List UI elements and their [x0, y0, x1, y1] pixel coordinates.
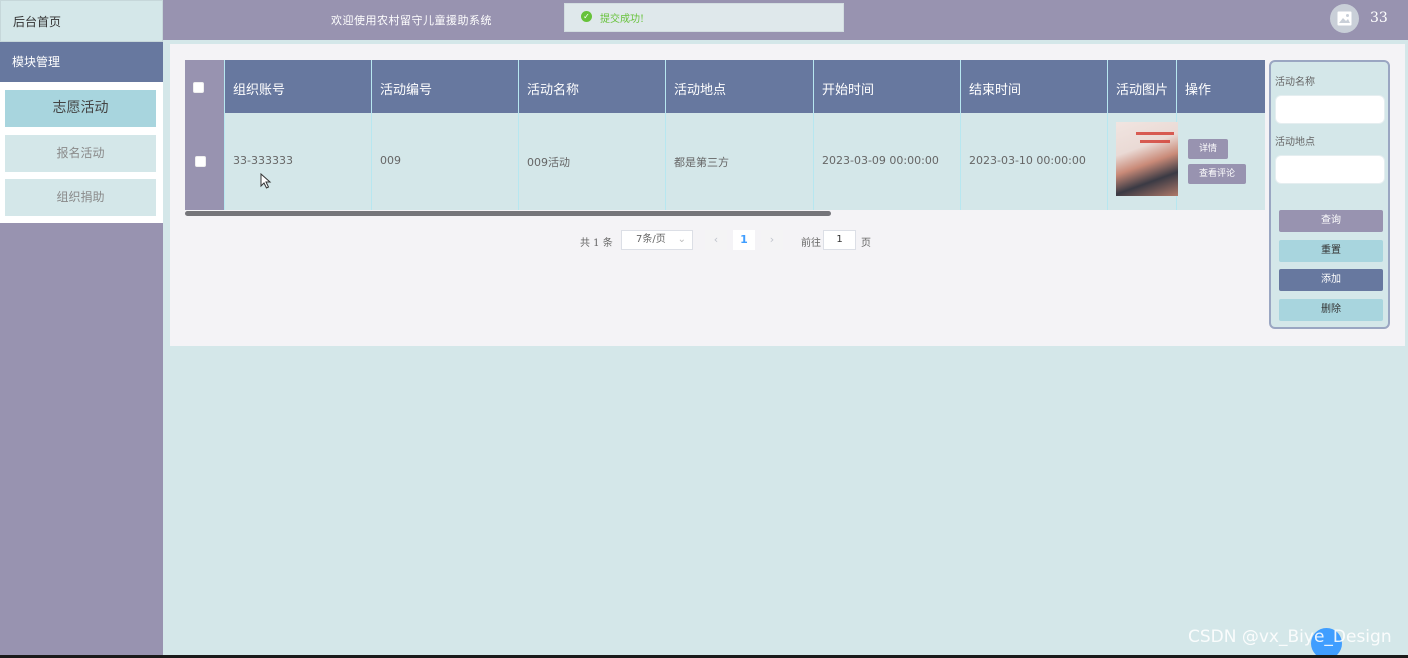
query-button[interactable]: 查询 [1279, 210, 1383, 232]
check-circle-icon: ✓ [581, 11, 592, 22]
row-select-cell [185, 113, 225, 210]
sidebar: 后台首页 模块管理 志愿活动 报名活动 组织捐助 [0, 0, 163, 655]
col-header-end[interactable]: 结束时间 [961, 60, 1108, 113]
table-row[interactable]: 33-333333 009 009活动 都是第三方 2023-03-09 00:… [185, 113, 1265, 210]
cell-image [1108, 113, 1178, 210]
sidebar-menu: 志愿活动 报名活动 组织捐助 [0, 82, 163, 223]
table-horizontal-scrollbar[interactable] [185, 211, 831, 216]
page-size-select[interactable]: 7条/页 ⌄ [621, 230, 693, 250]
cell-code: 009 [372, 113, 519, 210]
pagination-total: 共 1 条 [580, 238, 613, 249]
select-all-cell [185, 60, 225, 113]
col-header-start[interactable]: 开始时间 [814, 60, 961, 113]
page-number-current[interactable]: 1 [733, 230, 755, 250]
cell-account: 33-333333 [225, 113, 372, 210]
cell-location: 都是第三方 [666, 113, 814, 210]
sidebar-home-link[interactable]: 后台首页 [0, 0, 163, 42]
cell-end-time: 2023-03-10 00:00:00 [961, 113, 1108, 210]
row-checkbox[interactable] [195, 156, 206, 167]
app-title: 欢迎使用农村留守儿童援助系统 [331, 14, 492, 27]
activity-name-input[interactable] [1275, 95, 1385, 124]
prev-page-button[interactable]: ‹ [705, 230, 727, 250]
detail-button[interactable]: 详情 [1188, 139, 1228, 159]
col-header-actions: 操作 [1185, 83, 1212, 98]
page-suffix: 页 [861, 238, 871, 249]
col-header-location[interactable]: 活动地点 [666, 60, 814, 113]
col-header-account[interactable]: 组织账号 [225, 60, 372, 113]
goto-label: 前往 [801, 238, 821, 249]
watermark: CSDN @vx_Biye_Design [1188, 627, 1392, 647]
activity-name-label: 活动名称 [1275, 77, 1315, 88]
delete-button[interactable]: 删除 [1279, 299, 1383, 321]
add-button[interactable]: 添加 [1279, 269, 1383, 291]
cell-actions: 详情 查看评论 [1177, 113, 1265, 210]
search-panel: 活动名称 活动地点 查询 重置 添加 删除 [1269, 60, 1390, 329]
view-comments-button[interactable]: 查看评论 [1188, 164, 1246, 184]
activity-photo[interactable] [1116, 122, 1178, 196]
col-header-code[interactable]: 活动编号 [372, 60, 519, 113]
reset-button[interactable]: 重置 [1279, 240, 1383, 262]
main-panel: 组织账号 活动编号 活动名称 活动地点 开始时间 结束时间 活动图片 操作 33… [170, 44, 1405, 346]
top-header: 欢迎使用农村留守儿童援助系统 ✓ 提交成功! 33 [163, 0, 1408, 40]
chevron-down-icon: ⌄ [677, 234, 686, 245]
toast-message: 提交成功! [600, 14, 645, 25]
cell-name: 009活动 [519, 113, 666, 210]
cell-start-time: 2023-03-09 00:00:00 [814, 113, 961, 210]
sidebar-item-volunteer[interactable]: 志愿活动 [5, 90, 156, 127]
goto-page-input[interactable]: 1 [823, 230, 856, 250]
avatar[interactable] [1330, 4, 1359, 33]
sidebar-module-header: 模块管理 [0, 42, 163, 82]
image-icon [1337, 11, 1352, 26]
activity-location-input[interactable] [1275, 155, 1385, 184]
col-header-image[interactable]: 活动图片 [1108, 60, 1177, 113]
col-header-name[interactable]: 活动名称 [519, 60, 666, 113]
select-all-checkbox[interactable] [193, 82, 204, 93]
sidebar-item-donation[interactable]: 组织捐助 [5, 179, 156, 216]
next-page-button[interactable]: › [761, 230, 783, 250]
sidebar-item-signup[interactable]: 报名活动 [5, 135, 156, 172]
table-header: 组织账号 活动编号 活动名称 活动地点 开始时间 结束时间 活动图片 操作 [185, 60, 1265, 113]
success-toast: ✓ 提交成功! [564, 3, 844, 32]
activity-location-label: 活动地点 [1275, 137, 1315, 148]
user-name[interactable]: 33 [1370, 10, 1388, 26]
mouse-cursor-icon [260, 173, 272, 189]
